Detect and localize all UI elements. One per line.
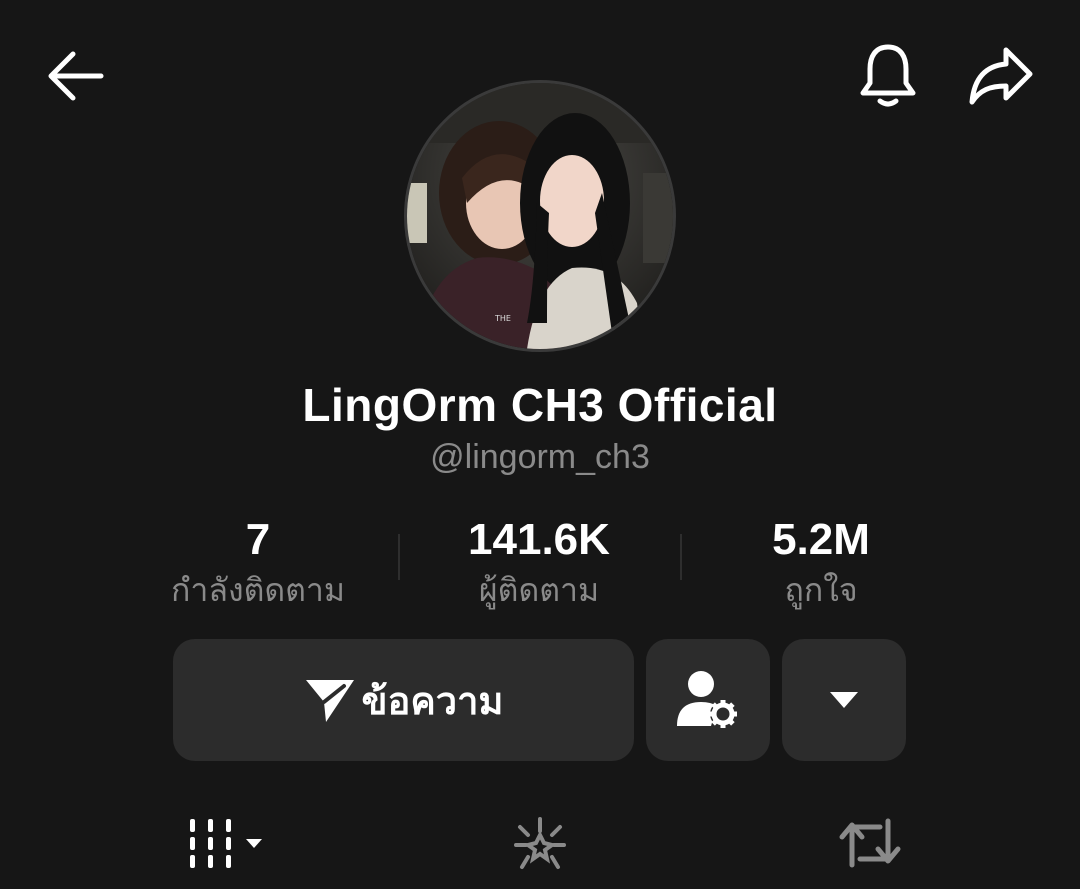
stat-label: กำลังติดตาม (171, 572, 345, 608)
profile-photo: THE (407, 83, 673, 349)
stat-divider (398, 534, 400, 580)
arrow-left-icon (48, 51, 104, 101)
username: @lingorm_ch3 (430, 438, 650, 476)
notification-button[interactable] (848, 36, 928, 116)
user-settings-button[interactable] (646, 639, 770, 761)
svg-text:THE: THE (494, 314, 511, 323)
message-button[interactable]: ข้อความ (173, 639, 634, 761)
stat-value: 5.2M (772, 515, 870, 564)
video-grid-icon (190, 819, 262, 868)
display-name: LingOrm CH3 Official (302, 379, 778, 431)
tab-videos[interactable] (172, 808, 272, 878)
avatar[interactable]: THE (404, 80, 676, 352)
bell-icon (860, 44, 916, 107)
message-button-label: ข้อความ (361, 680, 504, 723)
tab-reposts[interactable] (828, 808, 912, 878)
stat-followers[interactable]: 141.6K ผู้ติดตาม (409, 514, 669, 610)
stat-value: 141.6K (468, 515, 610, 564)
share-button[interactable] (958, 36, 1044, 116)
caret-down-icon (830, 692, 858, 708)
sparkle-favorites-icon (514, 817, 566, 869)
stat-divider (680, 534, 682, 580)
stat-following[interactable]: 7 กำลังติดตาม (128, 514, 388, 610)
stat-label: ผู้ติดตาม (478, 572, 600, 608)
stat-likes[interactable]: 5.2M ถูกใจ (691, 514, 951, 610)
back-button[interactable] (30, 40, 120, 112)
stat-value: 7 (245, 515, 271, 564)
tab-favorites[interactable] (500, 808, 580, 878)
user-gear-icon (677, 671, 737, 728)
repost-icon (839, 818, 901, 868)
more-options-button[interactable] (782, 639, 906, 761)
send-icon (305, 680, 354, 722)
profile-page: THE LingOrm CH3 Official @lingorm_ch3 7 … (0, 0, 1080, 889)
share-arrow-icon (969, 47, 1033, 105)
stat-label: ถูกใจ (784, 572, 858, 608)
